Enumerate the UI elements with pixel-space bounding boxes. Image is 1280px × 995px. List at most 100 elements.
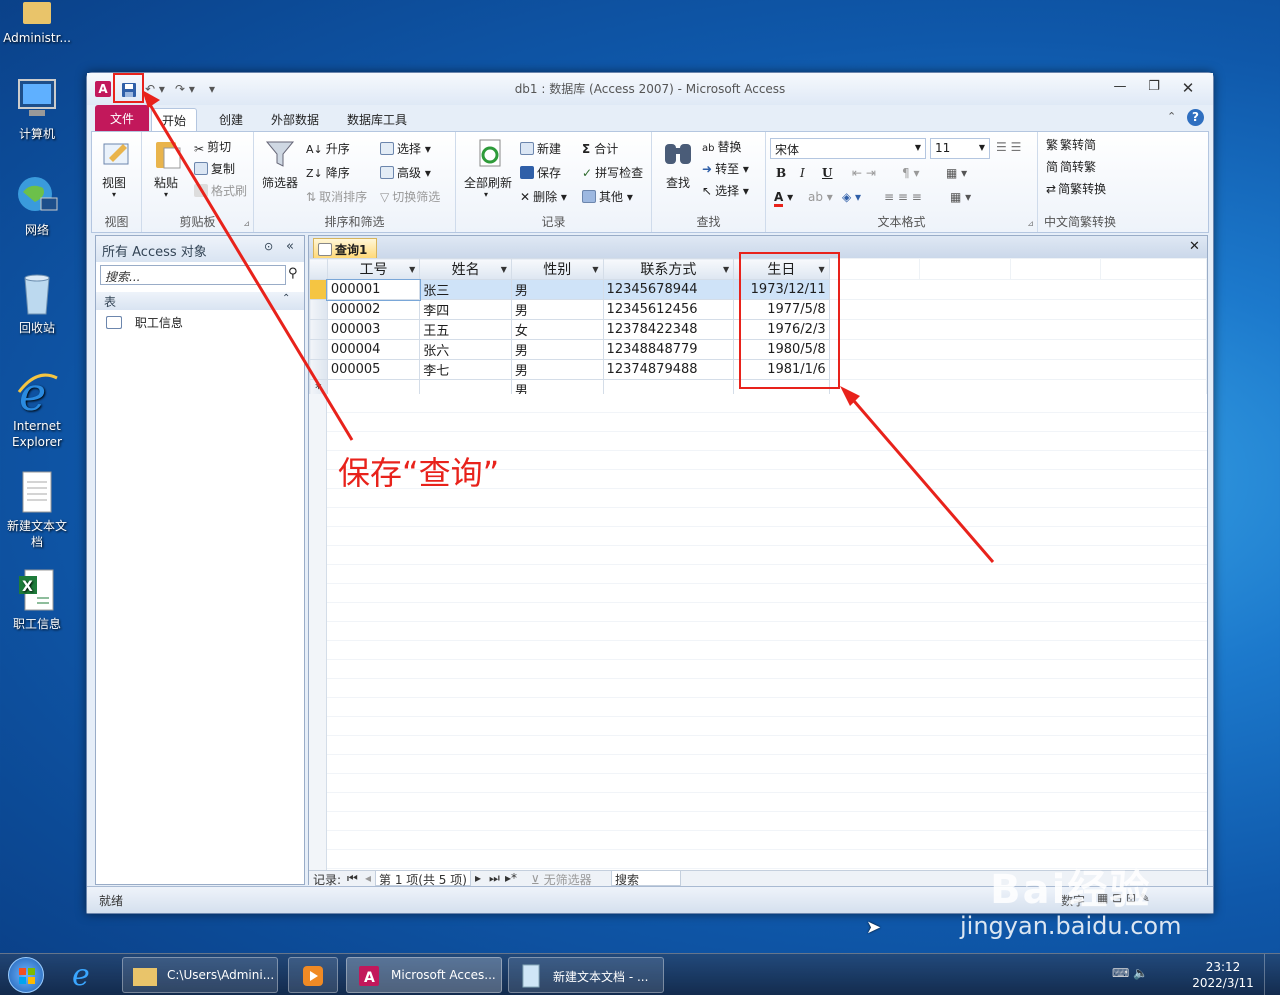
- desktop-icon-internet-explorer[interactable]: e Internet Explorer: [2, 367, 72, 450]
- cell[interactable]: 12378422348: [602, 319, 735, 340]
- last-record-icon[interactable]: ⏭: [489, 871, 500, 886]
- paste-button[interactable]: 粘贴: [154, 174, 178, 191]
- record-position-field[interactable]: 第 1 项(共 5 项): [375, 870, 471, 887]
- nav-search-input[interactable]: 搜索...: [100, 265, 286, 285]
- refresh-all-icon[interactable]: [474, 138, 506, 170]
- italic-button[interactable]: I: [800, 166, 805, 180]
- cell[interactable]: 男: [510, 339, 604, 360]
- taskbar-item-notepad[interactable]: 新建文本文档 - ...: [508, 957, 664, 993]
- sort-ascending-button[interactable]: A↓ 升序: [306, 140, 350, 157]
- fill-color-icon[interactable]: ◈ ▾: [842, 190, 861, 204]
- s2t-button[interactable]: 简简转繁: [1046, 158, 1096, 175]
- row-selector[interactable]: [309, 319, 328, 340]
- chevron-down-icon[interactable]: ▼: [723, 265, 729, 274]
- more-button[interactable]: 其他 ▾: [582, 188, 633, 205]
- tab-query1[interactable]: 查询1: [313, 238, 377, 258]
- cell[interactable]: 12348848779: [602, 339, 735, 360]
- chevron-down-icon[interactable]: ▼: [409, 265, 415, 274]
- align-buttons-icon[interactable]: ≡ ≡ ≡: [884, 190, 922, 204]
- remove-sort-button[interactable]: ⇅ 取消排序: [306, 188, 367, 205]
- cell[interactable]: 000005: [326, 359, 421, 380]
- select-button[interactable]: ↖ 选择 ▾: [702, 182, 749, 199]
- toggle-filter-button[interactable]: ▽ 切换筛选: [380, 188, 440, 205]
- indent-buttons-icon[interactable]: ⇤ ⇥: [852, 166, 876, 180]
- cell[interactable]: 12374879488: [602, 359, 735, 380]
- copy-button[interactable]: 复制: [194, 160, 235, 177]
- spelling-button[interactable]: ✓ 拼写检查: [582, 164, 643, 181]
- cell[interactable]: 000004: [326, 339, 421, 360]
- font-color-button[interactable]: A ▾: [774, 190, 793, 207]
- filter-icon[interactable]: [264, 138, 296, 170]
- search-icon[interactable]: ⚲: [288, 266, 298, 281]
- column-header-gender[interactable]: 性别 ▼: [510, 258, 604, 280]
- delete-record-button[interactable]: ✕ 删除 ▾: [520, 188, 567, 205]
- start-button[interactable]: [8, 957, 44, 993]
- tray-icons[interactable]: ⌨ 🔈: [1112, 966, 1148, 980]
- cell[interactable]: 12345612456: [602, 299, 735, 320]
- cell[interactable]: 张六: [419, 339, 512, 360]
- column-header-contact[interactable]: 联系方式 ▼: [602, 258, 735, 280]
- paste-dropdown-icon[interactable]: ▾: [164, 190, 168, 199]
- find-button[interactable]: 查找: [666, 174, 690, 191]
- minimize-button[interactable]: —: [1107, 79, 1133, 97]
- totals-button[interactable]: Σ 合计: [582, 140, 618, 157]
- new-record-button[interactable]: 新建: [520, 140, 561, 157]
- view-button[interactable]: 视图: [102, 174, 126, 191]
- font-name-combo[interactable]: 宋体 ▼: [770, 138, 926, 159]
- dialog-launcher-icon[interactable]: ⊿: [243, 219, 250, 228]
- nav-item-employee-table[interactable]: 职工信息: [106, 314, 183, 331]
- cell[interactable]: 男: [510, 359, 604, 380]
- selection-filter-button[interactable]: 选择 ▾: [380, 140, 431, 157]
- clock[interactable]: 23:12 2022/3/11: [1190, 959, 1256, 991]
- font-size-combo[interactable]: 11 ▼: [930, 138, 990, 159]
- tab-external-data[interactable]: 外部数据: [261, 108, 329, 131]
- ie-taskbar-icon[interactable]: e: [72, 958, 90, 993]
- chevron-down-icon[interactable]: ▼: [501, 265, 507, 274]
- column-header-id[interactable]: 工号 ▼: [326, 258, 421, 280]
- cell[interactable]: 王五: [419, 319, 512, 340]
- row-selector[interactable]: [309, 279, 328, 300]
- cell[interactable]: 张三: [419, 279, 512, 300]
- format-painter-button[interactable]: 格式刷: [194, 182, 247, 199]
- collapse-ribbon-icon[interactable]: ⌃: [1167, 110, 1176, 123]
- dialog-launcher-icon[interactable]: ⊿: [1027, 219, 1034, 228]
- cell[interactable]: 李四: [419, 299, 512, 320]
- t2s-button[interactable]: 繁繁转简: [1046, 136, 1096, 153]
- paragraph-direction-icon[interactable]: ¶ ▾: [902, 166, 919, 180]
- desktop-icon-new-text-document[interactable]: 新建文本文档: [2, 470, 72, 550]
- gridlines-icon[interactable]: ▦ ▾: [946, 166, 967, 180]
- close-document-icon[interactable]: ✕: [1189, 239, 1200, 254]
- maximize-button[interactable]: ❐: [1141, 79, 1167, 97]
- show-desktop-button[interactable]: [1264, 954, 1280, 995]
- goto-button[interactable]: ➜ 转至 ▾: [702, 160, 749, 177]
- convert-button[interactable]: ⇄ 简繁转换: [1046, 180, 1106, 197]
- nav-section-tables[interactable]: 表 ⌃: [96, 292, 304, 310]
- replace-button[interactable]: ab 替换: [702, 138, 742, 155]
- cell[interactable]: 000002: [326, 299, 421, 320]
- chevron-down-icon[interactable]: ▼: [592, 265, 598, 274]
- paste-icon[interactable]: [152, 138, 184, 170]
- nav-pane-header[interactable]: 所有 Access 对象 ⊙ «: [96, 236, 304, 262]
- column-header-name[interactable]: 姓名 ▼: [419, 258, 512, 280]
- new-record-nav-icon[interactable]: ▸*: [505, 871, 517, 885]
- cut-button[interactable]: ✂ 剪切: [194, 138, 231, 156]
- collapse-section-icon[interactable]: ⌃: [282, 293, 290, 304]
- desktop-icon-employee-excel[interactable]: X 职工信息: [2, 568, 72, 632]
- cell[interactable]: 李七: [419, 359, 512, 380]
- cell[interactable]: 12345678944: [602, 279, 735, 300]
- previous-record-icon[interactable]: ◂: [365, 871, 371, 885]
- cell[interactable]: 女: [510, 319, 604, 340]
- refresh-dropdown-icon[interactable]: ▾: [484, 190, 488, 199]
- desktop-icon-administrator[interactable]: Administr...: [2, 0, 72, 46]
- binoculars-icon[interactable]: [662, 138, 694, 170]
- collapse-pane-icon[interactable]: «: [286, 239, 294, 254]
- sort-descending-button[interactable]: Z↓ 降序: [306, 164, 350, 181]
- nav-menu-icon[interactable]: ⊙: [264, 240, 273, 253]
- record-search-input[interactable]: 搜索: [611, 870, 681, 887]
- tab-create[interactable]: 创建: [209, 108, 253, 131]
- tab-home[interactable]: 开始: [151, 108, 198, 131]
- row-selector[interactable]: [309, 359, 328, 380]
- view-icon[interactable]: [101, 138, 133, 170]
- underline-button[interactable]: U: [822, 166, 832, 180]
- close-button[interactable]: ✕: [1175, 79, 1201, 97]
